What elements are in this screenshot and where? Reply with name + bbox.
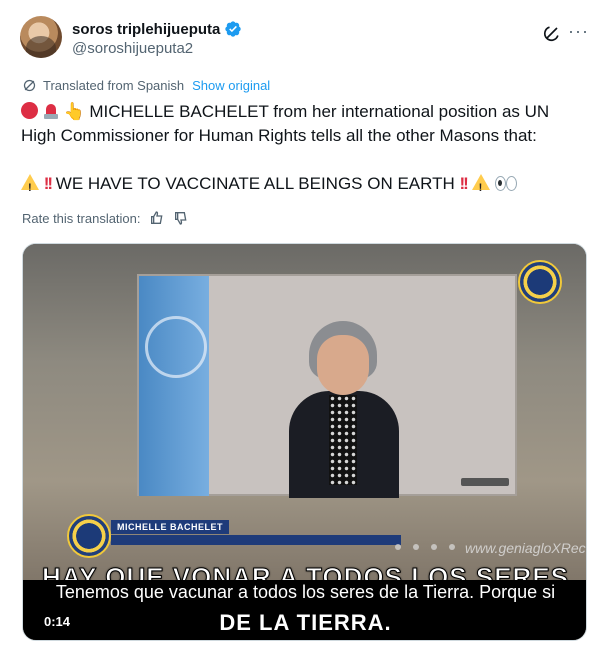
more-icon[interactable]: ···: [568, 22, 589, 40]
author-name-row: soros triplehijueputa: [72, 20, 242, 38]
thumbs-down-icon[interactable]: [173, 210, 189, 226]
video-timestamp: 0:14: [44, 614, 71, 629]
eyes-icon: [494, 176, 518, 191]
avatar[interactable]: [20, 16, 62, 58]
warning-icon: [21, 174, 39, 200]
tweet-line-1: MICHELLE BACHELET from her international…: [21, 102, 550, 145]
translation-notice: Translated from Spanish Show original: [22, 78, 270, 93]
double-exclamation-icon: !!: [43, 174, 53, 193]
tweet-paragraph-2: !! WE HAVE TO VACCINATE ALL BEINGS ON EA…: [21, 172, 581, 200]
rate-translation-label: Rate this translation:: [22, 210, 141, 226]
double-exclamation-icon: !!: [459, 174, 469, 193]
seal-logo: [67, 514, 111, 558]
pointing-hand-icon: 👆: [63, 102, 85, 121]
tweet-paragraph-1: 👆 MICHELLE BACHELET from her internation…: [21, 100, 581, 148]
red-circle-icon: [21, 102, 38, 119]
show-original-link[interactable]: Show original: [192, 78, 270, 93]
video-player[interactable]: MICHELLE BACHELET www.geniagloXReco HAY …: [22, 243, 587, 641]
globe-icon: [23, 79, 36, 92]
video-watermark: www.geniagloXReco: [465, 540, 587, 556]
name-banner-subbar: [111, 535, 401, 545]
tweet-line-2: WE HAVE TO VACCINATE ALL BEINGS ON EARTH: [55, 174, 455, 193]
broadcast-icons: [395, 544, 465, 554]
siren-icon: [43, 102, 59, 119]
name-banner: MICHELLE BACHELET: [111, 520, 401, 552]
thumbs-up-icon[interactable]: [149, 210, 165, 226]
un-flag-image: [139, 276, 209, 496]
seal-logo: [518, 260, 562, 304]
verified-badge-icon: [225, 21, 242, 37]
tweet-text: 👆 MICHELLE BACHELET from her internation…: [21, 100, 581, 200]
screen-label-image: [461, 478, 509, 486]
warning-icon: [471, 174, 490, 200]
rate-translation: Rate this translation:: [22, 210, 189, 226]
video-inset-frame: [137, 274, 517, 498]
author-handle[interactable]: @soroshijueputa2: [72, 40, 193, 57]
speaker-image: [289, 321, 399, 498]
name-banner-text: MICHELLE BACHELET: [111, 520, 229, 534]
subtitle-text: Tenemos que vacunar a todos los seres de…: [55, 582, 556, 602]
author-display-name[interactable]: soros triplehijueputa: [72, 21, 220, 38]
grok-icon[interactable]: [542, 23, 562, 43]
tweet-header: soros triplehijueputa @soroshijueputa2 ·…: [20, 14, 588, 66]
burned-caption-bottom: DE LA TIERRA.: [219, 610, 392, 635]
translated-from-label: Translated from Spanish: [43, 78, 185, 93]
